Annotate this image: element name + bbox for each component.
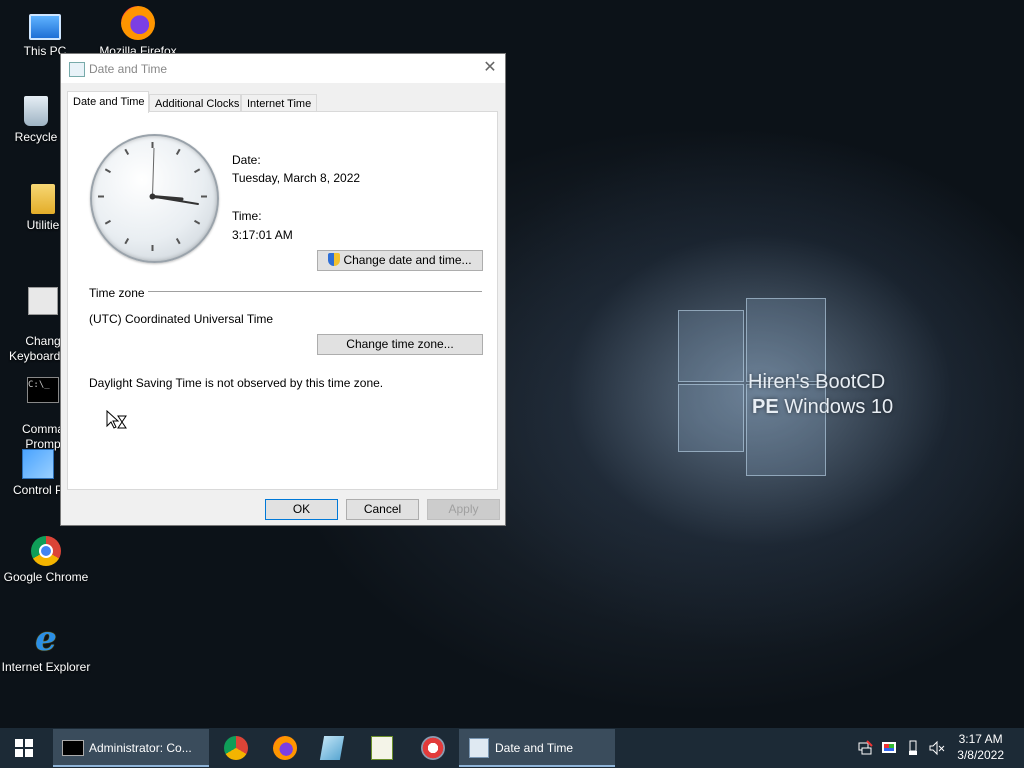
taskbar: Administrator: Co... Date and Time 3:17 … <box>0 728 1024 768</box>
dialog-titlebar[interactable]: Date and Time ✕ <box>61 54 505 83</box>
computer-icon <box>29 14 61 40</box>
change-date-time-label: Change date and time... <box>343 253 472 267</box>
time-label: Time: <box>232 209 262 223</box>
usb-icon[interactable] <box>905 740 921 756</box>
tab-internet-time[interactable]: Internet Time <box>241 94 317 112</box>
command-prompt-icon <box>62 740 84 756</box>
date-time-dialog: Date and Time ✕ Date and Time Additional… <box>60 53 506 526</box>
recycle-bin-icon <box>24 96 48 126</box>
taskbar-notepad-icon[interactable] <box>371 736 393 760</box>
taskbar-paint-icon[interactable] <box>421 736 445 760</box>
uac-shield-icon <box>328 253 341 266</box>
dialog-title: Date and Time <box>89 62 168 76</box>
taskbar-cmd-window[interactable]: Administrator: Co... <box>53 729 209 767</box>
timezone-value: (UTC) Coordinated Universal Time <box>89 312 274 326</box>
firefox-icon <box>121 6 155 40</box>
windows-logo-icon <box>15 739 33 757</box>
close-button[interactable]: ✕ <box>475 54 505 83</box>
wallpaper-line2-rest: Windows 10 <box>778 396 894 418</box>
busy-cursor-icon <box>106 410 127 429</box>
taskbar-clock-date: 3/8/2022 <box>957 748 1004 762</box>
folder-icon <box>31 184 55 214</box>
desktop-icon-internet-explorer[interactable]: e Internet Explorer <box>1 622 91 674</box>
close-icon: ✕ <box>483 59 497 76</box>
time-value: 3:17:01 AM <box>232 228 293 242</box>
desktop-icon-label: Internet Explorer <box>1 660 91 674</box>
desktop-icon-this-pc[interactable]: This PC <box>0 6 90 58</box>
analog-clock <box>90 134 219 263</box>
desktop-icon-firefox[interactable]: Mozilla Firefox <box>93 6 183 58</box>
volume-muted-icon[interactable] <box>929 740 945 756</box>
taskbar-firefox-icon[interactable] <box>273 736 297 760</box>
ok-button[interactable]: OK <box>265 499 338 520</box>
date-label: Date: <box>232 153 261 167</box>
date-time-app-icon <box>69 62 85 77</box>
chrome-icon <box>31 536 61 566</box>
start-button[interactable] <box>0 728 48 768</box>
control-panel-icon <box>22 449 54 479</box>
tab-additional-clocks[interactable]: Additional Clocks <box>149 94 241 112</box>
taskbar-clock-time: 3:17 AM <box>958 732 1003 746</box>
keyboard-settings-icon <box>28 287 58 315</box>
tab-date-and-time[interactable]: Date and Time <box>67 91 149 113</box>
dst-note: Daylight Saving Time is not observed by … <box>89 376 384 390</box>
taskbar-clock[interactable]: 3:17 AM 3/8/2022 <box>957 731 1004 763</box>
taskbar-cmd-label: Administrator: Co... <box>89 741 192 755</box>
command-prompt-icon: C:\_ <box>27 377 59 403</box>
taskbar-chrome-icon[interactable] <box>224 736 248 760</box>
date-value: Tuesday, March 8, 2022 <box>232 171 361 185</box>
taskbar-explorer-icon[interactable] <box>319 736 345 760</box>
taskbar-date-time-label: Date and Time <box>495 741 574 755</box>
apply-button[interactable]: Apply <box>427 499 500 520</box>
cancel-button[interactable]: Cancel <box>346 499 419 520</box>
date-time-app-icon <box>469 738 489 758</box>
change-timezone-button[interactable]: Change time zone... <box>317 334 483 355</box>
desktop-icon-label: Google Chrome <box>3 570 89 584</box>
wallpaper-line2-bold: PE <box>752 396 779 418</box>
desktop-icon-chrome[interactable]: Google Chrome <box>1 536 91 584</box>
taskbar-date-time-window[interactable]: Date and Time <box>459 729 615 767</box>
timezone-separator <box>148 291 482 292</box>
network-icon[interactable] <box>857 740 873 756</box>
display-icon[interactable] <box>881 740 897 756</box>
wallpaper-line1: Hiren's BootCD <box>748 371 886 393</box>
wallpaper-text: Hiren's BootCD PE Windows 10 <box>748 370 893 420</box>
tab-panel-date-and-time: Date: Tuesday, March 8, 2022 Time: 3:17:… <box>67 111 498 490</box>
change-date-time-button[interactable]: Change date and time... <box>317 250 483 271</box>
internet-explorer-icon: e <box>35 619 57 659</box>
timezone-heading: Time zone <box>89 286 145 300</box>
